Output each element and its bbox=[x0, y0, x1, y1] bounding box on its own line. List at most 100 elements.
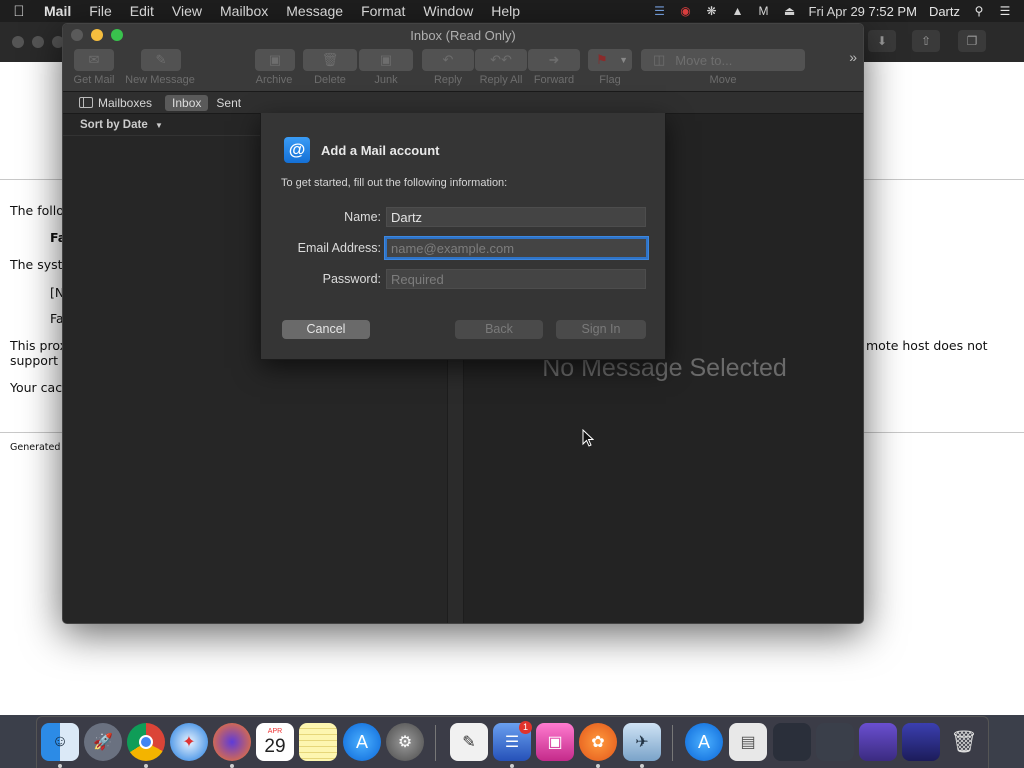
favorites-bar: Mailboxes Inbox Sent bbox=[63, 92, 863, 114]
delete-label: Delete bbox=[314, 74, 346, 86]
app-store-icon[interactable]: A bbox=[343, 723, 381, 761]
menu-view[interactable]: View bbox=[163, 3, 211, 19]
reply-all-button[interactable]: ↶↶ bbox=[475, 49, 527, 71]
email-field[interactable] bbox=[384, 236, 649, 260]
junk-label: Junk bbox=[374, 74, 398, 86]
menu-message[interactable]: Message bbox=[277, 3, 352, 19]
archive-icon: ▣ bbox=[268, 52, 282, 67]
system-preferences-icon[interactable]: ⚙ bbox=[386, 723, 424, 761]
cleanmymac-icon[interactable]: ▣ bbox=[536, 723, 574, 761]
sidebar-icon bbox=[79, 97, 93, 108]
password-field[interactable] bbox=[386, 269, 646, 289]
name-label: Name: bbox=[344, 210, 381, 224]
malwarebytes-status-icon[interactable]: M bbox=[755, 4, 773, 18]
bg-text: mote host does not bbox=[866, 338, 988, 353]
delete-button[interactable]: 🗑 bbox=[303, 49, 357, 71]
archive-label: Archive bbox=[255, 74, 293, 86]
bg-minimize-dot[interactable] bbox=[32, 36, 44, 48]
share-icon[interactable]: ⇧ bbox=[912, 30, 940, 52]
launchpad-icon[interactable]: 🚀 bbox=[84, 723, 122, 761]
new-message-label: New Message bbox=[125, 74, 195, 86]
window-thumbnail-2[interactable] bbox=[816, 723, 854, 761]
running-indicator bbox=[230, 764, 234, 768]
sign-in-button[interactable]: Sign In bbox=[556, 320, 646, 339]
calendar-icon[interactable]: APR 29 bbox=[256, 723, 294, 761]
app-store-download-icon[interactable]: A bbox=[685, 723, 723, 761]
dock-separator bbox=[435, 725, 436, 761]
menu-window[interactable]: Window bbox=[414, 3, 482, 19]
forward-button[interactable]: ➜ bbox=[528, 49, 580, 71]
bg-text: Your cac bbox=[10, 380, 63, 395]
window-thumbnail-3[interactable] bbox=[859, 723, 897, 761]
menu-help[interactable]: Help bbox=[482, 3, 529, 19]
apple-icon[interactable]:  bbox=[0, 3, 38, 20]
flag-label: Flag bbox=[599, 74, 621, 86]
tabs-icon[interactable]: ❐ bbox=[958, 30, 986, 52]
email-label: Email Address: bbox=[297, 241, 381, 255]
firefox-icon[interactable] bbox=[213, 723, 251, 761]
move-to-button[interactable]: ◫ Move to... bbox=[641, 49, 805, 71]
compose-icon: ✎ bbox=[155, 52, 167, 67]
favorite-sent[interactable]: Sent bbox=[216, 96, 241, 110]
sort-label: Sort by Date bbox=[80, 119, 148, 131]
layers-status-icon[interactable]: ☰ bbox=[651, 4, 669, 18]
archive-button[interactable]: ▣ bbox=[255, 49, 295, 71]
menu-bar:  Mail File Edit View Mailbox Message Fo… bbox=[0, 0, 1024, 22]
get-mail-label: Get Mail bbox=[73, 74, 115, 86]
name-field[interactable] bbox=[386, 207, 646, 227]
avast-icon[interactable]: ✿ bbox=[579, 723, 617, 761]
password-label: Password: bbox=[322, 272, 381, 286]
junk-button[interactable]: ▣ bbox=[359, 49, 413, 71]
menu-edit[interactable]: Edit bbox=[121, 3, 163, 19]
window-thumbnail-4[interactable] bbox=[902, 723, 940, 761]
calendar-day: 29 bbox=[264, 735, 286, 757]
user-name[interactable]: Dartz bbox=[923, 4, 966, 19]
notification-center-icon[interactable]: ☰ bbox=[996, 4, 1014, 18]
mail-icon[interactable]: ✈ bbox=[623, 723, 661, 761]
window-title: Inbox (Read Only) bbox=[410, 28, 516, 43]
running-indicator bbox=[144, 764, 148, 768]
back-button[interactable]: Back bbox=[455, 320, 543, 339]
bg-text: This prox bbox=[10, 338, 67, 353]
notes-icon[interactable] bbox=[299, 723, 337, 761]
document-icon[interactable]: ▤ bbox=[729, 723, 767, 761]
download-icon[interactable]: ⬇ bbox=[868, 30, 896, 52]
finder-icon[interactable]: ☺ bbox=[41, 723, 79, 761]
bg-close-dot[interactable] bbox=[12, 36, 24, 48]
toolbar-overflow-icon[interactable]: » bbox=[849, 49, 857, 65]
sheet-title: Add a Mail account bbox=[321, 143, 440, 158]
flag-button[interactable]: ⚑ ▼ bbox=[588, 49, 632, 71]
spotlight-search-icon[interactable]: ⚲ bbox=[970, 4, 988, 18]
reply-label: Reply bbox=[433, 74, 463, 86]
compass-status-icon[interactable]: ❋ bbox=[703, 4, 721, 18]
reply-button[interactable]: ↶ bbox=[422, 49, 474, 71]
junk-icon: ▣ bbox=[379, 52, 393, 67]
preview-icon[interactable]: ✎ bbox=[450, 723, 488, 761]
safari-icon[interactable]: ✦ bbox=[170, 723, 208, 761]
new-message-button[interactable]: ✎ bbox=[141, 49, 181, 71]
envelope-icon: ✉ bbox=[88, 52, 100, 67]
app-store-status-icon[interactable]: ▲ bbox=[729, 4, 747, 18]
chrome-icon[interactable] bbox=[127, 723, 165, 761]
get-mail-button[interactable]: ✉ bbox=[74, 49, 114, 71]
favorite-inbox[interactable]: Inbox bbox=[165, 94, 209, 111]
trash-icon: 🗑 bbox=[321, 52, 339, 67]
trash-icon[interactable]: 🗑 bbox=[945, 723, 983, 761]
clock[interactable]: Fri Apr 29 7:52 PM bbox=[803, 4, 923, 19]
cancel-button[interactable]: Cancel bbox=[282, 320, 370, 339]
menu-format[interactable]: Format bbox=[352, 3, 414, 19]
running-indicator bbox=[596, 764, 600, 768]
running-indicator bbox=[640, 764, 644, 768]
reply-icon: ↶ bbox=[442, 52, 454, 67]
flag-icon: ⚑ bbox=[596, 52, 608, 67]
menu-file[interactable]: File bbox=[80, 3, 121, 19]
eject-status-icon[interactable]: ⏏ bbox=[781, 4, 799, 18]
mouse-cursor-icon bbox=[582, 429, 594, 447]
bg-text: The follo bbox=[10, 203, 64, 218]
record-status-icon[interactable]: ◉ bbox=[677, 4, 695, 18]
dock: ☺ 🚀 ✦ APR 29 A ⚙ ✎ ☰ 1 ▣ ✿ ✈ A ▤ 🗑 bbox=[36, 716, 989, 768]
window-thumbnail-1[interactable] bbox=[773, 723, 811, 761]
mailboxes-button[interactable]: Mailboxes bbox=[79, 96, 152, 110]
menu-app-mail[interactable]: Mail bbox=[38, 3, 80, 19]
menu-mailbox[interactable]: Mailbox bbox=[211, 3, 277, 19]
